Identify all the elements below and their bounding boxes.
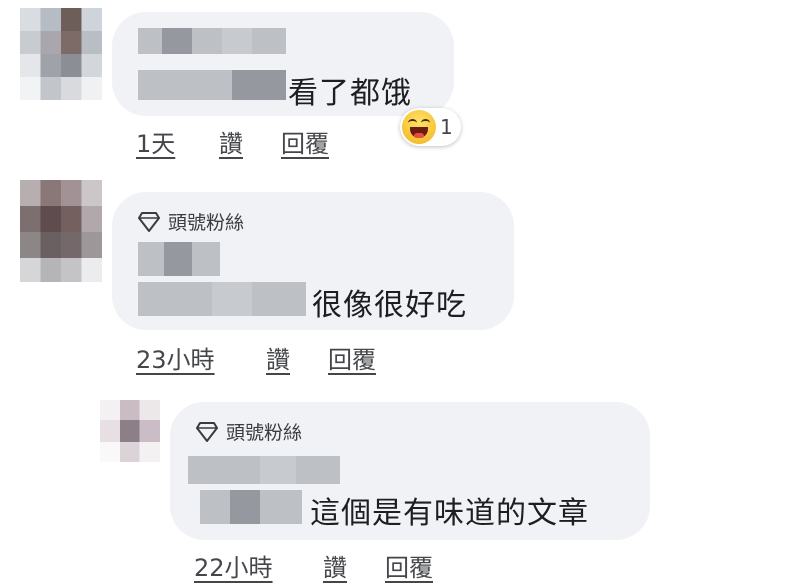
reply-button[interactable]: 回覆	[385, 548, 433, 583]
comment-text: 這個是有味道的文章	[310, 496, 589, 531]
top-fan-badge: 頭號粉絲	[196, 418, 302, 445]
reaction-count: 1	[440, 115, 453, 139]
comment-bubble: 頭號粉絲 這個是有味道的文章	[170, 402, 650, 540]
blurred-author-name	[164, 242, 192, 276]
like-button[interactable]: 讚	[323, 548, 347, 583]
avatar-blur-row	[20, 180, 102, 206]
comment-timestamp[interactable]: 22小時	[194, 548, 273, 583]
blurred-author-name	[222, 28, 252, 54]
reply-button[interactable]: 回覆	[328, 340, 376, 375]
blurred-author-name	[260, 456, 296, 484]
avatar[interactable]	[100, 400, 160, 462]
comment-timestamp[interactable]: 1天	[136, 124, 175, 159]
top-fan-badge: 頭號粉絲	[138, 208, 244, 235]
avatar-blur-row	[20, 232, 102, 258]
comment-timestamp[interactable]: 23小時	[136, 340, 215, 375]
comment-text: 很像很好吃	[312, 288, 467, 323]
blurred-author-name	[138, 28, 286, 54]
blurred-comment-text	[230, 490, 260, 524]
avatar[interactable]	[20, 8, 102, 100]
avatar-blur-row	[20, 206, 102, 232]
blurred-author-name	[162, 28, 192, 54]
badge-label: 頭號粉絲	[226, 422, 303, 444]
comment-bubble: 看了都饿	[112, 12, 454, 116]
avatar-blur-row	[20, 54, 102, 77]
comment-text: 看了都饿	[288, 76, 412, 111]
diamond-icon	[138, 211, 160, 232]
avatar-blur-row	[20, 258, 102, 282]
blurred-comment-text	[232, 70, 286, 100]
badge-label: 頭號粉絲	[168, 212, 245, 234]
avatar-blur-row	[100, 400, 160, 420]
avatar[interactable]	[20, 180, 102, 282]
comment-bubble: 頭號粉絲 很像很好吃	[112, 192, 514, 330]
haha-reaction-icon	[402, 110, 436, 144]
avatar-blur-row	[20, 31, 102, 54]
reaction-summary[interactable]: 1	[400, 108, 461, 146]
like-button[interactable]: 讚	[219, 124, 243, 159]
avatar-blur-row	[20, 77, 102, 100]
reply-button[interactable]: 回覆	[281, 124, 329, 159]
like-button[interactable]: 讚	[266, 340, 290, 375]
avatar-blur-row	[100, 420, 160, 442]
diamond-icon	[196, 421, 218, 442]
avatar-blur-row	[100, 442, 160, 462]
blurred-comment-text	[212, 282, 252, 316]
